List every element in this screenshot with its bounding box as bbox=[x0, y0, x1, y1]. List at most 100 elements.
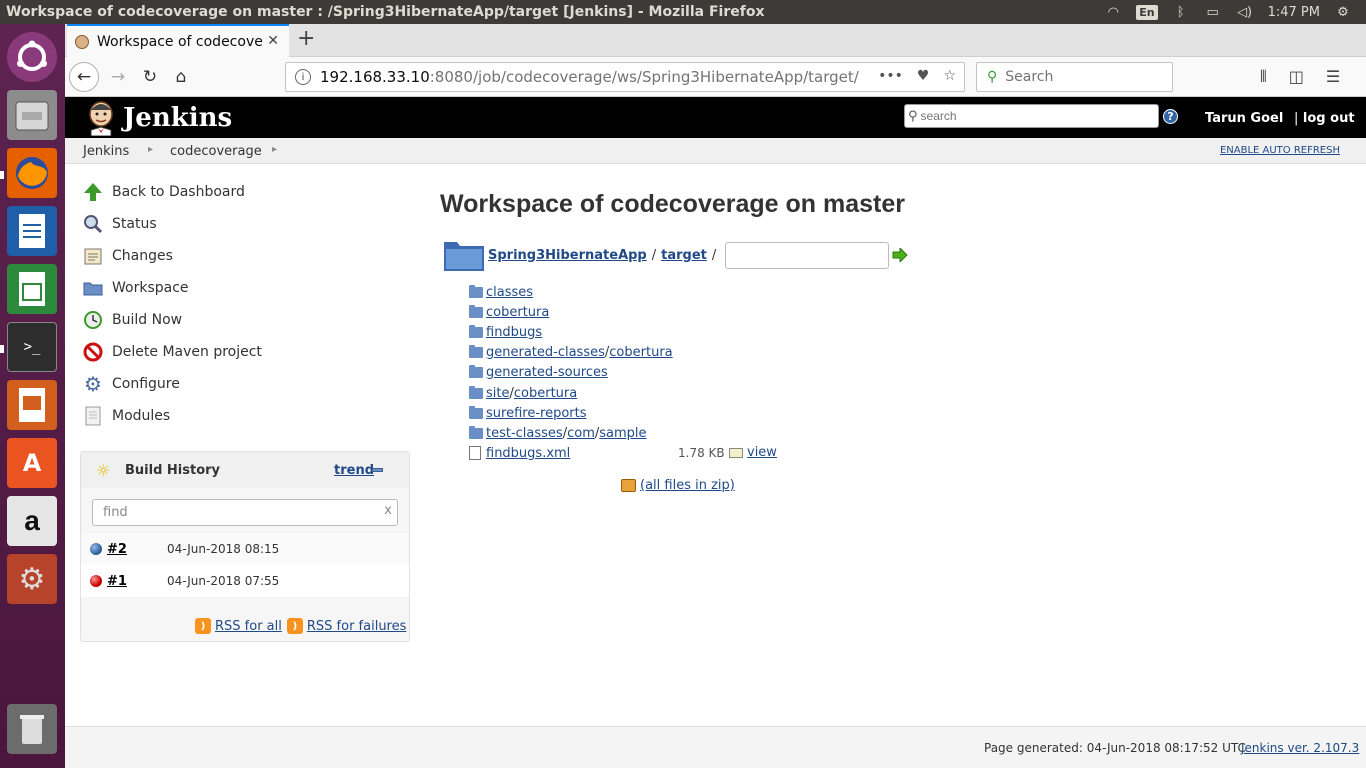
all-files-zip: (all files in zip) bbox=[621, 478, 735, 493]
task-modules[interactable]: Modules bbox=[83, 405, 170, 427]
build-number-link[interactable]: #2 bbox=[107, 542, 127, 557]
libreoffice-writer-icon[interactable] bbox=[7, 206, 57, 256]
path-segment-link[interactable]: target bbox=[661, 248, 707, 263]
chevron-right-icon[interactable]: ▸ bbox=[272, 144, 277, 155]
build-row: #1 04-Jun-2018 07:55 bbox=[81, 565, 409, 597]
entry-link[interactable]: test-classes bbox=[486, 426, 563, 441]
keyboard-layout-indicator[interactable]: En bbox=[1136, 4, 1158, 20]
hamburger-menu-icon[interactable]: ☰ bbox=[1326, 67, 1340, 87]
bluetooth-icon[interactable]: ᛒ bbox=[1172, 5, 1190, 20]
build-status-ball-icon bbox=[90, 575, 102, 587]
entry-link[interactable]: cobertura bbox=[486, 305, 549, 320]
go-arrow-icon[interactable] bbox=[892, 248, 908, 262]
battery-icon[interactable]: ▭ bbox=[1204, 5, 1222, 20]
path-pattern-input[interactable] bbox=[725, 241, 890, 269]
folder-icon bbox=[469, 405, 483, 419]
entry-link[interactable]: sample bbox=[599, 426, 646, 441]
entry-link[interactable]: cobertura bbox=[514, 386, 577, 401]
jenkins-search-box[interactable]: ⚲ bbox=[904, 104, 1159, 128]
rss-all-link[interactable]: RSS for all bbox=[215, 619, 282, 634]
help-icon[interactable]: ? bbox=[1163, 109, 1178, 124]
user-name-link[interactable]: Tarun Goel bbox=[1205, 111, 1283, 126]
entry-link[interactable]: com bbox=[567, 426, 595, 441]
firefox-app-icon[interactable] bbox=[7, 148, 57, 198]
clock[interactable]: 1:47 PM bbox=[1268, 5, 1320, 20]
library-icon[interactable]: ⫴ bbox=[1260, 67, 1267, 87]
chevron-right-icon[interactable]: ▸ bbox=[148, 144, 153, 155]
rss-failures-link[interactable]: RSS for failures bbox=[307, 619, 407, 634]
task-delete-maven-project[interactable]: Delete Maven project bbox=[83, 341, 262, 363]
build-date: 04-Jun-2018 07:55 bbox=[167, 574, 280, 588]
clear-find-icon[interactable]: x bbox=[384, 503, 392, 518]
path-segment-link[interactable]: Spring3HibernateApp bbox=[488, 248, 647, 263]
files-app-icon[interactable] bbox=[7, 90, 57, 140]
logout-link[interactable]: log out bbox=[1303, 111, 1355, 126]
back-arrow-icon[interactable]: ← bbox=[69, 62, 99, 92]
folder-large-icon bbox=[444, 242, 484, 271]
build-trend-link[interactable]: trend bbox=[334, 463, 374, 478]
file-size: 1.78 KB bbox=[678, 446, 725, 460]
task-status[interactable]: Status bbox=[83, 213, 157, 235]
power-gear-icon[interactable]: ⚙ bbox=[1334, 5, 1352, 20]
view-file-link[interactable]: view bbox=[747, 445, 777, 460]
browser-tab[interactable]: Workspace of codecoverage ✕ bbox=[67, 24, 289, 57]
path-separator: / bbox=[651, 247, 657, 263]
entry-link[interactable]: site bbox=[486, 386, 509, 401]
software-center-icon[interactable]: A bbox=[7, 438, 57, 488]
enable-auto-refresh-link[interactable]: ENABLE AUTO REFRESH bbox=[1220, 145, 1340, 156]
all-files-zip-link[interactable]: (all files in zip) bbox=[640, 478, 735, 493]
bookmark-star-icon[interactable]: ☆ bbox=[943, 68, 956, 84]
jenkins-version-link[interactable]: Jenkins ver. 2.107.3 bbox=[1241, 741, 1359, 755]
pocket-icon[interactable]: ♥ bbox=[917, 68, 930, 84]
build-number-link[interactable]: #1 bbox=[107, 574, 127, 589]
breadcrumb-item-jenkins[interactable]: Jenkins bbox=[83, 144, 129, 159]
wifi-icon[interactable]: ◠ bbox=[1104, 5, 1122, 20]
reload-icon[interactable]: ↻ bbox=[135, 62, 165, 92]
workspace-entry: site / cobertura bbox=[469, 384, 577, 402]
new-tab-icon[interactable]: + bbox=[297, 28, 315, 50]
task-changes[interactable]: Changes bbox=[83, 245, 173, 267]
entry-link[interactable]: generated-sources bbox=[486, 365, 608, 380]
libreoffice-calc-icon[interactable] bbox=[7, 264, 57, 314]
build-history-find-input[interactable]: find x bbox=[92, 499, 398, 526]
jenkins-search-input[interactable] bbox=[920, 109, 1141, 123]
collapse-icon[interactable] bbox=[372, 468, 383, 472]
url-bar[interactable]: i 192.168.33.10:8080/job/codecoverage/ws… bbox=[285, 62, 965, 92]
folder-icon bbox=[469, 304, 483, 318]
task-configure[interactable]: ⚙ Configure bbox=[83, 372, 180, 396]
sidebar-icon[interactable]: ◫ bbox=[1289, 67, 1304, 87]
task-workspace[interactable]: Workspace bbox=[83, 277, 189, 299]
home-icon[interactable]: ⌂ bbox=[166, 62, 196, 92]
browser-search-box[interactable]: ⚲ Search bbox=[976, 62, 1173, 92]
entry-link[interactable]: generated-classes bbox=[486, 345, 605, 360]
folder-icon bbox=[469, 364, 483, 378]
entry-link[interactable]: classes bbox=[486, 285, 533, 300]
ubuntu-dash-icon[interactable] bbox=[7, 32, 57, 82]
breadcrumb-item-codecoverage[interactable]: codecoverage bbox=[170, 144, 262, 159]
libreoffice-impress-icon[interactable] bbox=[7, 380, 57, 430]
system-settings-icon[interactable]: ⚙ bbox=[7, 554, 57, 604]
forward-arrow-icon[interactable]: → bbox=[103, 62, 133, 92]
workspace-entry: surefire-reports bbox=[469, 404, 586, 422]
task-back-to-dashboard[interactable]: Back to Dashboard bbox=[83, 181, 245, 203]
info-icon[interactable]: i bbox=[295, 69, 311, 85]
file-view: view bbox=[729, 445, 777, 460]
task-build-now[interactable]: Build Now bbox=[83, 309, 182, 331]
entry-link[interactable]: cobertura bbox=[609, 345, 672, 360]
entry-link[interactable]: findbugs bbox=[486, 325, 542, 340]
notepad-icon bbox=[83, 246, 103, 266]
entry-link[interactable]: surefire-reports bbox=[486, 406, 586, 421]
zip-archive-icon bbox=[621, 479, 636, 492]
volume-icon[interactable]: ◁) bbox=[1236, 5, 1254, 20]
task-label: Back to Dashboard bbox=[112, 184, 245, 200]
task-label: Changes bbox=[112, 248, 173, 264]
trash-icon[interactable] bbox=[7, 704, 57, 754]
entry-link[interactable]: findbugs.xml bbox=[486, 446, 570, 461]
page-actions-icon[interactable]: ••• bbox=[878, 68, 903, 84]
search-icon: ⚲ bbox=[987, 69, 998, 85]
amazon-app-icon[interactable]: a bbox=[7, 496, 57, 546]
jenkins-logo[interactable]: Jenkins bbox=[85, 100, 232, 136]
terminal-app-icon[interactable]: >_ bbox=[7, 322, 57, 372]
folder-icon bbox=[469, 425, 483, 439]
close-tab-icon[interactable]: ✕ bbox=[267, 33, 279, 49]
